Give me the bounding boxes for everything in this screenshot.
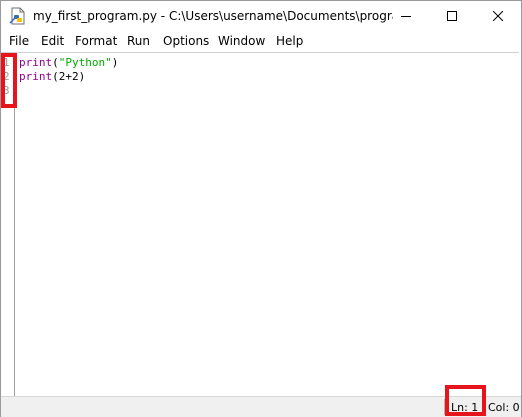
code-text-area[interactable]: print("Python") print(2+2) bbox=[19, 56, 499, 392]
code-token: ) bbox=[111, 56, 119, 69]
menu-bar: File Edit Format Run Options Window Help bbox=[1, 32, 521, 52]
minimize-button[interactable] bbox=[383, 1, 429, 31]
minimize-icon bbox=[401, 16, 411, 17]
python-file-icon bbox=[9, 7, 27, 25]
code-line: print("Python") bbox=[19, 56, 118, 70]
maximize-icon bbox=[447, 11, 457, 21]
close-button[interactable] bbox=[475, 1, 521, 31]
status-column: Col: 0 bbox=[488, 401, 520, 414]
code-line: print(2+2) bbox=[19, 70, 85, 84]
menu-format[interactable]: Format bbox=[75, 34, 117, 48]
menu-run[interactable]: Run bbox=[127, 34, 150, 48]
idle-editor-window: my_first_program.py - C:\Users\username\… bbox=[0, 0, 522, 417]
close-icon bbox=[493, 11, 503, 21]
window-title: my_first_program.py - C:\Users\username\… bbox=[33, 9, 393, 23]
string-token: "Python" bbox=[58, 56, 112, 69]
paren-token: ( bbox=[52, 56, 59, 69]
builtin-token: print bbox=[19, 70, 53, 83]
menu-options[interactable]: Options bbox=[163, 34, 209, 48]
maximize-button[interactable] bbox=[429, 1, 475, 31]
line-indicator-highlight bbox=[445, 385, 486, 416]
editor-frame: 1 2 3 print("Python") print(2+2) bbox=[1, 52, 519, 397]
title-bar[interactable]: my_first_program.py - C:\Users\username\… bbox=[1, 1, 521, 31]
status-bar: Ln: 1 Col: 0 bbox=[1, 396, 521, 417]
menu-file[interactable]: File bbox=[9, 34, 29, 48]
line-numbers-highlight bbox=[1, 53, 17, 108]
menu-window[interactable]: Window bbox=[218, 34, 265, 48]
menu-edit[interactable]: Edit bbox=[41, 34, 64, 48]
code-token: (2+2) bbox=[52, 70, 86, 83]
builtin-token: print bbox=[19, 56, 53, 69]
menu-help[interactable]: Help bbox=[276, 34, 303, 48]
